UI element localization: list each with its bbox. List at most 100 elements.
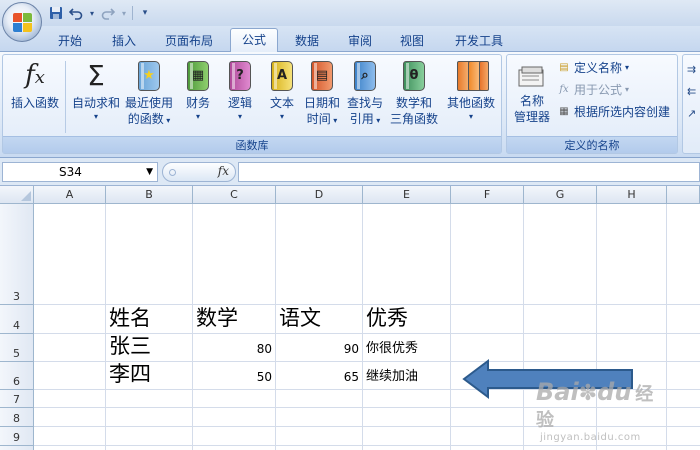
use-in-formula-button[interactable]: fx 用于公式 ▾ (557, 81, 629, 99)
recently-used-button[interactable]: ★ 最近使用 的函数 ▾ (123, 59, 175, 129)
row-header-9[interactable]: 9 (0, 427, 34, 446)
cell-d6[interactable]: 65 (276, 362, 362, 389)
grid-line (523, 204, 524, 450)
undo-icon[interactable] (68, 5, 84, 21)
column-header-next[interactable] (667, 186, 700, 204)
column-header-h[interactable]: H (597, 186, 667, 204)
cell-b6[interactable]: 李四 (106, 362, 192, 389)
define-name-button[interactable]: ▤ 定义名称 ▾ (557, 59, 629, 77)
watermark-logo-suffix: du (597, 378, 632, 406)
create-from-selection-button[interactable]: ▦ 根据所选内容创建 (557, 103, 670, 121)
office-logo-icon (13, 13, 33, 33)
autosum-button[interactable]: Σ 自动求和 ▾ (69, 59, 123, 123)
chevron-down-icon: ▾ (237, 112, 242, 121)
column-header-e[interactable]: E (363, 186, 451, 204)
formula-bar: S34 ▼ fx (0, 158, 700, 186)
ribbon-tabs: 开始 插入 页面布局 公式 数据 审阅 视图 开发工具 (0, 26, 700, 53)
undo-dropdown-icon[interactable]: ▾ (88, 5, 96, 21)
tab-insert[interactable]: 插入 (102, 30, 146, 52)
select-all-button[interactable] (0, 186, 34, 204)
function-library-label: 函数库 (3, 136, 501, 153)
chevron-down-icon: ▾ (93, 112, 98, 121)
remove-arrows-icon[interactable]: ↗ (687, 107, 696, 120)
insert-function-button[interactable]: fx 插入函数 (7, 59, 63, 111)
ribbon: fx 插入函数 Σ 自动求和 ▾ ★ 最近使用 的函数 ▾ ▦ 财务 ▾ ? 逻… (0, 52, 700, 158)
expand-handle-icon[interactable] (169, 169, 176, 176)
office-button[interactable] (2, 2, 42, 42)
fx-icon: fx (25, 59, 45, 90)
more-functions-button[interactable]: 其他函数 ▾ (443, 59, 499, 123)
baidu-watermark: Bai✽du 经验 jingyan.baidu.com (536, 378, 666, 448)
name-box[interactable]: S34 ▼ (2, 162, 158, 182)
tab-data[interactable]: 数据 (285, 30, 329, 52)
cell-e5[interactable]: 你很优秀 (363, 334, 450, 361)
name-box-dropdown-icon[interactable]: ▼ (146, 163, 153, 181)
save-icon[interactable] (48, 5, 64, 21)
financial-button[interactable]: ▦ 财务 ▾ (177, 59, 219, 123)
column-header-d[interactable]: D (276, 186, 363, 204)
tab-home[interactable]: 开始 (48, 30, 92, 52)
logical-button[interactable]: ? 逻辑 ▾ (219, 59, 261, 123)
logic-book-icon: ? (229, 61, 251, 91)
text-button[interactable]: A 文本 ▾ (261, 59, 303, 123)
trace-dependents-icon[interactable]: ⇇ (687, 85, 696, 98)
lookup-reference-button[interactable]: ⌕ 查找与 引用 ▾ (343, 59, 387, 129)
tab-developer[interactable]: 开发工具 (446, 30, 512, 52)
row-header-8[interactable]: 8 (0, 408, 34, 427)
chevron-down-icon: ▾ (195, 112, 200, 121)
function-library-group: fx 插入函数 Σ 自动求和 ▾ ★ 最近使用 的函数 ▾ ▦ 财务 ▾ ? 逻… (2, 54, 502, 154)
column-header-c[interactable]: C (193, 186, 276, 204)
quick-access-toolbar: ▾ ▾ ▾ (48, 4, 153, 22)
cell-c6[interactable]: 50 (193, 362, 275, 389)
cell-c4[interactable]: 数学 (193, 305, 275, 333)
column-header-f[interactable]: F (451, 186, 524, 204)
row-header-7[interactable]: 7 (0, 390, 34, 408)
qat-separator (132, 6, 133, 20)
redo-dropdown-icon[interactable]: ▾ (120, 5, 128, 21)
paw-icon: ✽ (578, 381, 598, 406)
cell-e4[interactable]: 优秀 (363, 305, 450, 333)
defined-names-group: 名称 管理器 ▤ 定义名称 ▾ fx 用于公式 ▾ ▦ 根据所选内容创建 定义的… (506, 54, 678, 154)
sigma-icon: Σ (87, 59, 105, 92)
more-books-icon (455, 59, 489, 93)
cell-d4[interactable]: 语文 (276, 305, 362, 333)
cell-b4[interactable]: 姓名 (106, 305, 192, 333)
chevron-down-icon: ▾ (625, 63, 630, 72)
cell-e6[interactable]: 继续加油 (363, 362, 450, 389)
row-header-3[interactable]: 3 (0, 204, 34, 305)
date-book-icon: ▤ (311, 61, 333, 91)
name-manager-button[interactable]: 名称 管理器 (509, 65, 555, 125)
math-book-icon: θ (403, 61, 425, 91)
row-header-4[interactable]: 4 (0, 305, 34, 334)
column-header-b[interactable]: B (106, 186, 193, 204)
row-header-5[interactable]: 5 (0, 334, 34, 362)
grid-line (666, 204, 667, 450)
chevron-down-icon: ▾ (279, 112, 284, 121)
row-header-10[interactable] (0, 446, 34, 450)
cell-b5[interactable]: 张三 (106, 334, 192, 361)
formula-bar-buttons: fx (162, 162, 236, 182)
column-header-g[interactable]: G (524, 186, 597, 204)
name-manager-icon (516, 65, 548, 91)
finance-book-icon: ▦ (187, 61, 209, 91)
tab-view[interactable]: 视图 (390, 30, 434, 52)
cell-c5[interactable]: 80 (193, 334, 275, 361)
date-time-button[interactable]: ▤ 日期和 时间 ▾ (301, 59, 343, 129)
cell-d5[interactable]: 90 (276, 334, 362, 361)
formula-input[interactable] (238, 162, 700, 182)
create-from-selection-icon: ▦ (559, 106, 569, 117)
customize-qat-icon[interactable]: ▾ (137, 5, 153, 21)
row-header-6[interactable]: 6 (0, 362, 34, 390)
math-trig-button[interactable]: θ 数学和 三角函数 ▾ (387, 59, 441, 147)
trace-precedents-icon[interactable]: ⇉ (687, 63, 696, 76)
redo-icon[interactable] (100, 5, 116, 21)
text-book-icon: A (271, 61, 293, 91)
tab-review[interactable]: 审阅 (338, 30, 382, 52)
column-header-a[interactable]: A (34, 186, 106, 204)
insert-function-fx-icon[interactable]: fx (218, 164, 229, 178)
tab-page-layout[interactable]: 页面布局 (156, 30, 222, 52)
tab-formulas[interactable]: 公式 (230, 28, 278, 53)
watermark-url: jingyan.baidu.com (540, 432, 641, 443)
fx-small-icon: fx (559, 84, 569, 95)
chevron-down-icon: ▾ (468, 112, 473, 121)
